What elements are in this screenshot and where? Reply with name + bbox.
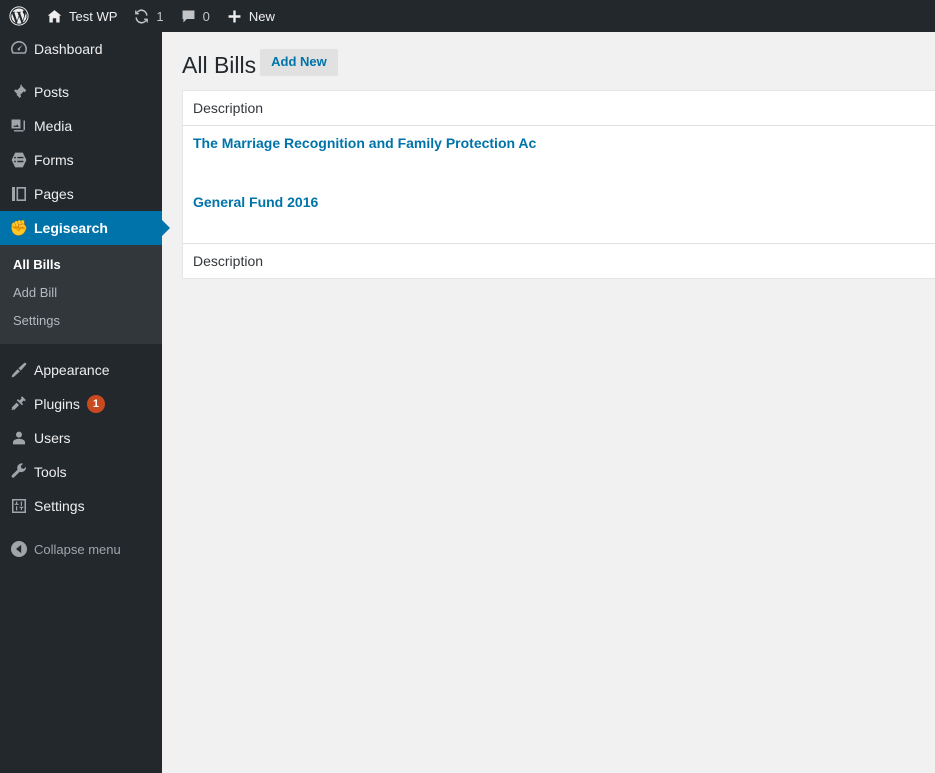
bills-table-head: Description Bill [182, 91, 935, 126]
table-row[interactable]: The Marriage Recognition and Family Prot… [183, 126, 935, 185]
sidebar-item-label: Media [34, 118, 73, 134]
pages-icon [0, 184, 34, 204]
site-name-label: Test WP [69, 8, 118, 24]
new-content-menu-item[interactable]: New [218, 0, 283, 32]
plug-icon [0, 394, 34, 414]
updates-menu-item[interactable]: 1 [125, 0, 171, 32]
table-footer-row: Description Bill [182, 243, 935, 279]
wpbody: All Bills Add New Description Bill The M… [162, 32, 935, 280]
sidebar-item-dashboard[interactable]: Dashboard [0, 32, 162, 66]
updates-count: 1 [156, 8, 164, 24]
cell-description: General Fund 2016 [183, 185, 935, 244]
new-content-label: New [248, 8, 275, 24]
sidebar-item-label: Tools [34, 464, 67, 480]
sliders-icon [0, 496, 34, 516]
sidebar-item-posts[interactable]: Posts [0, 75, 162, 109]
column-header-description[interactable]: Description [183, 91, 935, 126]
content-area: All Bills Add New Description Bill The M… [162, 32, 935, 773]
update-icon [133, 8, 150, 25]
raised-fist-icon: ✊ [9, 219, 29, 237]
sidebar-item-label: Pages [34, 186, 74, 202]
wp-logo-menu-item[interactable] [0, 0, 38, 32]
media-icon [0, 116, 34, 136]
comments-menu-item[interactable]: 0 [172, 0, 218, 32]
sidebar-item-label: Dashboard [34, 41, 103, 57]
admin-bar: Test WP 1 0 New [0, 0, 935, 32]
bills-table-foot: Description Bill [182, 243, 935, 279]
home-icon [46, 8, 63, 25]
sidebar-item-label: Posts [34, 84, 70, 100]
plugins-update-badge: 1 [86, 395, 105, 413]
sidebar-item-media[interactable]: Media [0, 109, 162, 143]
table-row[interactable]: General Fund 2016 HB [183, 185, 935, 244]
pin-icon [0, 82, 34, 102]
sidebar-item-label: Settings [34, 498, 85, 514]
comment-bubble-icon [180, 8, 197, 25]
table-header-row: Description Bill [182, 91, 935, 126]
admin-menu: Dashboard Posts Media Forms Pages ✊ Legi… [0, 32, 170, 566]
sidebar-item-settings[interactable]: Settings [0, 489, 162, 523]
sidebar-item-label: Legisearch [34, 220, 108, 236]
paintbrush-icon [0, 360, 34, 380]
user-icon [0, 428, 34, 448]
sidebar-item-plugins[interactable]: Plugins 1 [0, 387, 162, 421]
sidebar-item-tools[interactable]: Tools [0, 455, 162, 489]
site-name-menu-item[interactable]: Test WP [38, 0, 125, 32]
sidebar-item-appearance[interactable]: Appearance [0, 353, 162, 387]
submenu-item-all-bills[interactable]: All Bills [0, 251, 162, 279]
sidebar-item-legisearch[interactable]: ✊ Legisearch [0, 211, 170, 245]
submenu-item-settings[interactable]: Settings [0, 307, 162, 335]
menu-separator [0, 344, 162, 353]
wrench-icon [0, 462, 34, 482]
column-footer-description[interactable]: Description [183, 244, 935, 279]
chevron-left-circle-icon [0, 539, 34, 559]
sidebar-item-label: Users [34, 430, 71, 446]
legisearch-submenu: All Bills Add Bill Settings [0, 245, 162, 344]
sidebar-item-users[interactable]: Users [0, 421, 162, 455]
menu-separator [0, 66, 162, 75]
sidebar-item-label: Appearance [34, 362, 110, 378]
collapse-menu-label: Collapse menu [34, 541, 121, 557]
forms-icon [0, 150, 34, 170]
wordpress-logo-icon [9, 6, 29, 26]
bill-title-link[interactable]: General Fund 2016 [193, 194, 318, 210]
collapse-menu-button[interactable]: Collapse menu [0, 532, 162, 566]
sidebar-item-forms[interactable]: Forms [0, 143, 162, 177]
add-new-button[interactable]: Add New [260, 49, 338, 76]
comments-count: 0 [202, 8, 210, 24]
cell-description: The Marriage Recognition and Family Prot… [183, 126, 935, 185]
sidebar-item-pages[interactable]: Pages [0, 177, 162, 211]
menu-separator [0, 523, 162, 532]
bill-title-link[interactable]: The Marriage Recognition and Family Prot… [193, 135, 536, 151]
dashboard-icon [0, 39, 34, 59]
bills-table-body: The Marriage Recognition and Family Prot… [183, 126, 935, 244]
sidebar-item-label: Forms [34, 152, 74, 168]
plus-icon [226, 8, 243, 25]
page-title-row: All Bills Add New [182, 32, 935, 84]
sidebar-item-label: Plugins [34, 396, 80, 412]
page-title: All Bills [182, 51, 257, 78]
submenu-item-add-bill[interactable]: Add Bill [0, 279, 162, 307]
bills-table: Description Bill The Marriage Recognitio… [182, 90, 935, 280]
admin-sidebar: Dashboard Posts Media Forms Pages ✊ Legi… [0, 32, 170, 773]
